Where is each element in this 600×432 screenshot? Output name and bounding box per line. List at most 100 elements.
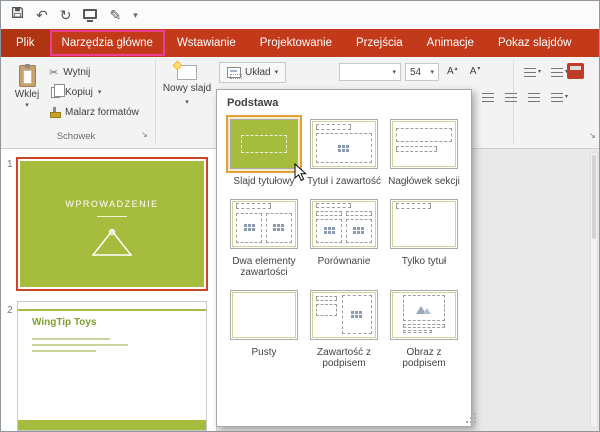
- layout-option-two-content[interactable]: Dwa elementy zawartości: [225, 195, 303, 279]
- undo-icon[interactable]: ↶: [36, 8, 48, 22]
- clipboard-icon: [19, 65, 36, 87]
- align-left-icon[interactable]: [479, 88, 497, 106]
- line-spacing-icon[interactable]: ▾: [548, 88, 571, 106]
- list-lines-icon: [551, 68, 563, 77]
- copy-button[interactable]: Kopiuj ▾: [49, 82, 139, 102]
- save-icon[interactable]: [11, 6, 24, 24]
- align-lines-icon: [482, 93, 494, 102]
- align-center-icon[interactable]: [502, 88, 520, 106]
- format-painter-button[interactable]: Malarz formatów: [49, 102, 139, 122]
- slide-thumbnail-1[interactable]: WPROWADZENIE: [16, 157, 208, 291]
- increase-font-size-icon[interactable]: A▴: [443, 63, 462, 81]
- new-slide-button[interactable]: Nowy slajd ▾: [161, 60, 213, 144]
- layout-option-content-caption[interactable]: Zawartość z podpisem: [305, 286, 383, 370]
- content-icons: [324, 227, 335, 234]
- vertical-scrollbar[interactable]: [590, 152, 598, 428]
- placeholder: [346, 211, 372, 216]
- layout-option-title-slide[interactable]: Slajd tytułowy: [226, 115, 302, 188]
- layout-label: Pusty: [251, 347, 276, 359]
- chevron-down-icon: ▾: [538, 69, 541, 75]
- new-slide-icon: [177, 65, 197, 80]
- placeholder: [316, 304, 337, 316]
- layout-dropdown-menu: Podstawa Slajd tytułowy Tytuł i zawartoś…: [216, 89, 472, 427]
- decrease-font-size-icon[interactable]: A▾: [466, 63, 485, 81]
- tab-przejscia[interactable]: Przejścia: [344, 29, 415, 57]
- tab-plik[interactable]: Plik: [1, 29, 50, 57]
- layout-thumbnail: [390, 119, 458, 169]
- menu-resize-grip[interactable]: [466, 421, 468, 423]
- mouse-cursor: [294, 163, 307, 187]
- slide-thumbnail-2[interactable]: WingTip Toys: [17, 301, 207, 431]
- ribbon-red-tool-icon[interactable]: [567, 63, 584, 79]
- sparkle-icon: [173, 61, 183, 71]
- redo-icon[interactable]: ↻: [60, 8, 72, 22]
- layout-label: Tytuł i zawartość: [307, 176, 381, 188]
- font-size-value: 54: [410, 67, 421, 78]
- format-painter-icon: [49, 107, 60, 118]
- layout-option-section-header[interactable]: Nagłówek sekcji: [386, 115, 462, 188]
- clipboard-dialog-launcher-icon[interactable]: ↘: [141, 130, 148, 139]
- layout-label: Slajd tytułowy: [233, 176, 294, 188]
- qat-customize-icon[interactable]: ▾: [133, 11, 138, 20]
- tab-pokaz-slajdow[interactable]: Pokaz slajdów: [486, 29, 584, 57]
- placeholder: [316, 296, 337, 301]
- copy-label: Kopiuj: [65, 87, 93, 98]
- align-lines-icon: [551, 93, 563, 102]
- placeholder: [236, 203, 270, 209]
- paste-label: Wklej: [15, 89, 39, 100]
- align-right-icon[interactable]: [525, 88, 543, 106]
- letter-a: A: [470, 66, 477, 77]
- copy-icon: [51, 87, 60, 98]
- scrollbar-thumb[interactable]: [592, 155, 596, 239]
- group-divider: [155, 60, 156, 143]
- powerpoint-window: ↶ ↻ ✎ ▾ Plik Narzędzia główne Wstawianie…: [0, 0, 600, 432]
- list-controls: ▾ ▾: [521, 63, 571, 81]
- paste-button[interactable]: Wklej ▾: [7, 60, 47, 142]
- chevron-up-icon: ▴: [455, 66, 458, 72]
- chevron-down-icon: ▾: [430, 69, 434, 76]
- start-slideshow-icon[interactable]: [83, 6, 97, 24]
- content-icons: [338, 145, 349, 152]
- chevron-down-icon: ▾: [275, 69, 279, 76]
- font-size-select[interactable]: 54 ▾: [405, 63, 439, 81]
- layout-label: Nagłówek sekcji: [388, 176, 460, 188]
- paragraph-dialog-launcher-icon[interactable]: ↘: [589, 131, 596, 140]
- placeholder: [403, 295, 445, 321]
- layout-option-title-only[interactable]: Tylko tytuł: [386, 195, 462, 268]
- layout-option-picture-caption[interactable]: Obraz z podpisem: [385, 286, 463, 370]
- placeholder: [403, 330, 432, 333]
- font-controls: ▾ 54▾ A▴ A▾: [339, 63, 484, 81]
- pen-input-icon[interactable]: ✎: [109, 8, 121, 22]
- chevron-down-icon: ▾: [565, 94, 568, 100]
- cut-button[interactable]: ✂ Wytnij: [49, 62, 139, 82]
- layout-button-label: Układ: [245, 67, 271, 78]
- slide-number: 1: [7, 159, 13, 170]
- layout-button[interactable]: Układ ▾: [219, 62, 286, 83]
- placeholder: [403, 324, 445, 328]
- placeholder: [396, 128, 451, 142]
- placeholder: [316, 133, 371, 163]
- bullets-icon[interactable]: ▾: [521, 63, 544, 81]
- chevron-down-icon: ▾: [392, 69, 396, 76]
- layout-thumbnail: [310, 290, 378, 340]
- content-icons: [351, 311, 362, 318]
- paragraph-controls: ▾: [479, 88, 571, 106]
- tab-animacje[interactable]: Animacje: [415, 29, 486, 57]
- tab-wstawianie[interactable]: Wstawianie: [165, 29, 248, 57]
- layout-option-title-content[interactable]: Tytuł i zawartość: [306, 115, 382, 188]
- tab-narzedzia-glowne[interactable]: Narzędzia główne: [50, 30, 165, 56]
- chevron-down-icon: ▾: [477, 66, 480, 72]
- align-lines-icon: [505, 93, 517, 102]
- layout-option-blank[interactable]: Pusty: [226, 286, 302, 359]
- placeholder: [266, 213, 292, 243]
- cut-label: Wytnij: [63, 67, 90, 78]
- layout-thumbnail: [390, 290, 458, 340]
- layout-option-comparison[interactable]: Porównanie: [306, 195, 382, 268]
- font-name-select[interactable]: ▾: [339, 63, 401, 81]
- layout-label: Porównanie: [318, 256, 371, 268]
- layout-label: Dwa elementy zawartości: [225, 256, 303, 279]
- tab-projektowanie[interactable]: Projektowanie: [248, 29, 344, 57]
- new-slide-label: Nowy slajd: [163, 83, 211, 94]
- accent-line: [18, 309, 206, 311]
- layout-thumbnail: [390, 199, 458, 249]
